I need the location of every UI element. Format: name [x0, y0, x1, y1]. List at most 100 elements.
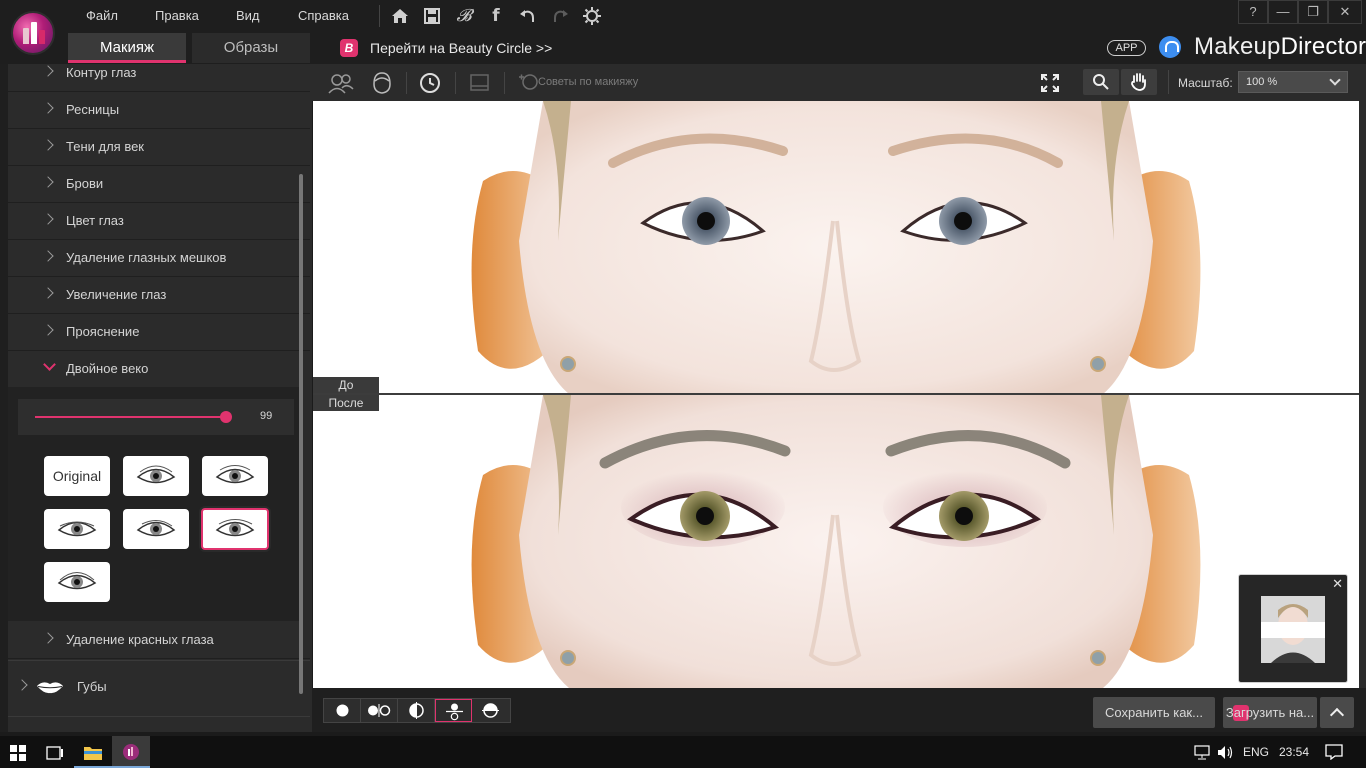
eyelid-style-3[interactable]	[44, 509, 110, 549]
clock[interactable]: 23:54	[1279, 745, 1309, 759]
lips-icon	[37, 682, 63, 694]
upload-label: Загрузить на...	[1225, 705, 1315, 720]
sidebar-category-lips[interactable]: Губы	[0, 669, 310, 706]
compare-frame-icon[interactable]	[468, 72, 492, 94]
photo-canvas[interactable]: До После	[313, 101, 1359, 688]
brand-title: MakeupDirector	[1194, 33, 1366, 61]
redo-icon[interactable]	[550, 6, 570, 26]
expand-up-button[interactable]	[1320, 697, 1354, 728]
intensity-slider[interactable]: 99	[18, 399, 294, 435]
sidebar-item-eyeshadow[interactable]: Тени для век	[8, 129, 310, 166]
home-icon[interactable]	[390, 6, 410, 26]
scale-select[interactable]: 100 %	[1238, 71, 1348, 93]
sidebar-item-label: Прояснение	[66, 324, 140, 339]
pan-tool-button[interactable]	[1121, 69, 1157, 95]
makeup-tips-icon[interactable]	[516, 72, 540, 94]
sidebar-item-eye-bags[interactable]: Удаление глазных мешков	[8, 240, 310, 277]
tab-looks[interactable]: Образы	[192, 33, 310, 63]
undo-icon[interactable]	[518, 6, 538, 26]
eyelid-style-original[interactable]: Original	[44, 456, 110, 496]
navigator-panel[interactable]: ✕	[1238, 574, 1348, 683]
minimize-button[interactable]: —	[1268, 0, 1298, 24]
before-tag: До	[313, 377, 379, 393]
sidebar-item-lashes[interactable]: Ресницы	[8, 92, 310, 129]
sidebar-item-double-eyelid[interactable]: Двойное веко	[8, 351, 310, 388]
facebook-icon[interactable]: f	[486, 6, 506, 26]
menu-view[interactable]: Вид	[236, 8, 260, 23]
windows-logo-icon	[10, 745, 26, 761]
view-mode-group	[323, 698, 511, 723]
brand-director: Director	[1280, 33, 1366, 60]
view-split-circle-button[interactable]	[472, 699, 509, 722]
fullscreen-icon[interactable]	[1039, 72, 1063, 94]
makeup-tips-label[interactable]: Советы по макияжу	[538, 76, 638, 88]
chevron-down-icon	[43, 358, 56, 371]
view-single-button[interactable]	[324, 699, 361, 722]
face-detect-icon[interactable]	[328, 72, 354, 94]
view-split-vertical-button[interactable]	[398, 699, 435, 722]
sidebar-item-eye-color[interactable]: Цвет глаз	[8, 203, 310, 240]
menu-help[interactable]: Справка	[298, 8, 349, 23]
sidebar-item-brows[interactable]: Брови	[8, 166, 310, 203]
eyelid-style-5-selected[interactable]	[201, 508, 269, 550]
chevron-down-icon	[1329, 74, 1341, 86]
eye-style-icon	[136, 465, 176, 484]
sidebar-scrollbar[interactable]	[299, 174, 303, 694]
sidebar-item-red-eye[interactable]: Удаление красных глаза	[8, 622, 310, 659]
menu-edit[interactable]: Правка	[155, 8, 199, 23]
sidebar-item-eye-contour[interactable]: Контур глаз	[8, 64, 310, 92]
sidebar-item-label: Брови	[66, 176, 104, 191]
sidebar-edge	[0, 64, 8, 732]
history-icon[interactable]	[418, 72, 442, 94]
face-outline-icon[interactable]	[370, 72, 394, 94]
navigator-viewport-frame[interactable]	[1261, 622, 1325, 638]
divider	[8, 716, 310, 717]
chevron-right-icon	[42, 250, 54, 262]
file-explorer-button[interactable]	[74, 736, 112, 768]
beauty-circle-icon[interactable]: 𝓑	[454, 6, 474, 26]
sidebar-item-brighten[interactable]: Прояснение	[8, 314, 310, 351]
sidebar-item-label: Удаление красных глаза	[66, 632, 214, 647]
volume-tray-icon[interactable]	[1214, 736, 1238, 768]
chevron-right-icon	[42, 287, 54, 299]
close-button[interactable]: ✕	[1328, 0, 1362, 24]
notifications-tray-icon[interactable]	[1322, 736, 1346, 768]
makeupdirector-taskbar-button[interactable]	[112, 736, 150, 768]
upload-to-button[interactable]: Загрузить на...	[1223, 697, 1317, 728]
face-before-photo	[313, 101, 1359, 394]
view-split-horizontal-button[interactable]	[435, 699, 472, 722]
save-icon[interactable]	[422, 6, 442, 26]
tab-makeup[interactable]: Макияж	[68, 33, 186, 63]
start-button[interactable]	[0, 736, 36, 768]
side-by-side-icon	[368, 704, 391, 717]
view-side-by-side-button[interactable]	[361, 699, 398, 722]
chevron-right-icon	[42, 176, 54, 188]
network-tray-icon[interactable]	[1190, 736, 1214, 768]
eyelid-style-4[interactable]	[123, 509, 189, 549]
app-badge[interactable]: APP	[1107, 40, 1146, 56]
sidebar-item-eye-enlarge[interactable]: Увеличение глаз	[8, 277, 310, 314]
sidebar-item-label: Губы	[77, 679, 107, 694]
task-view-button[interactable]	[36, 736, 74, 768]
eyelid-style-1[interactable]	[123, 456, 189, 496]
eyelid-style-6[interactable]	[44, 562, 110, 602]
navigator-thumbnail[interactable]	[1261, 596, 1325, 663]
sidebar-item-label: Цвет глаз	[66, 213, 124, 228]
language-indicator[interactable]: ENG	[1243, 745, 1269, 759]
save-as-button[interactable]: Сохранить как...	[1093, 697, 1215, 728]
toolbar-separator	[406, 72, 407, 94]
split-horizontal-icon	[446, 703, 463, 721]
navigator-close-icon[interactable]: ✕	[1332, 576, 1343, 592]
eyelid-style-2[interactable]	[202, 456, 268, 496]
menu-file[interactable]: Файл	[86, 8, 118, 23]
help-button[interactable]: ?	[1238, 0, 1268, 24]
notification-bell-icon[interactable]	[1159, 36, 1181, 58]
beauty-circle-link[interactable]: B Перейти на Beauty Circle >>	[340, 38, 552, 58]
app-logo	[11, 11, 55, 55]
chevron-right-icon	[42, 632, 54, 644]
slider-thumb[interactable]	[220, 411, 232, 423]
zoom-tool-button[interactable]	[1083, 69, 1119, 95]
restore-button[interactable]: ❐	[1298, 0, 1328, 24]
divider	[8, 660, 310, 661]
settings-gear-icon[interactable]	[582, 6, 602, 26]
